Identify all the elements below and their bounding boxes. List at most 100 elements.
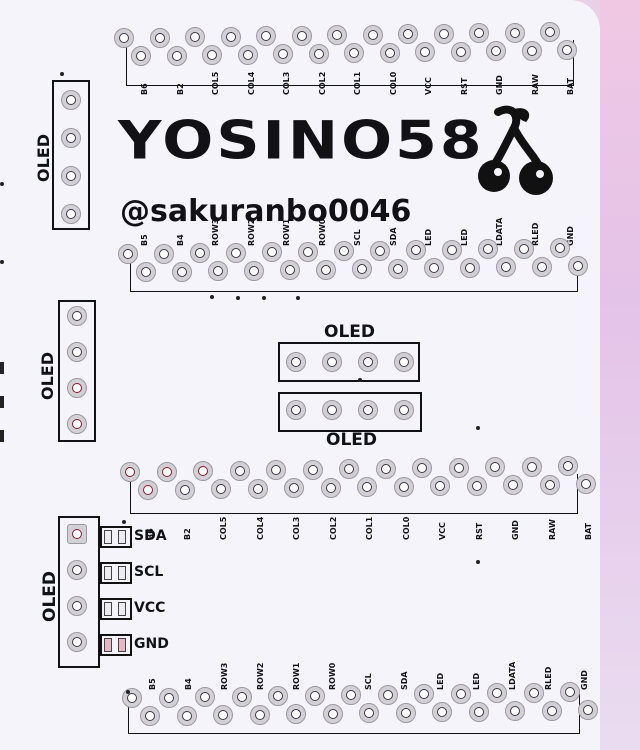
bottom-pin-label-2: ROW3 bbox=[220, 662, 229, 690]
header-pin-bottom-upper bbox=[377, 684, 398, 705]
header-pin-mid-upper bbox=[226, 242, 246, 263]
header-pin-mid-upper bbox=[262, 242, 282, 262]
oled-pin-center-top bbox=[358, 352, 378, 372]
top-pin-label-3: COL4 bbox=[246, 71, 256, 95]
low-pin-label-11: RAW bbox=[547, 519, 557, 540]
top-pin-label-5: COL2 bbox=[317, 71, 327, 95]
bottom-pin-label-3: ROW2 bbox=[256, 662, 265, 690]
header-pin-top-upper bbox=[504, 22, 525, 43]
via-dot bbox=[296, 296, 300, 300]
mid-pin-label-6: SCL bbox=[353, 229, 362, 246]
header-pin-low-lower bbox=[320, 477, 341, 498]
header-pin-top-lower bbox=[308, 43, 329, 64]
header-pin-bottom-lower bbox=[213, 705, 233, 725]
header-pin-low-lower bbox=[503, 475, 523, 495]
header-pin-mid-lower bbox=[172, 261, 192, 282]
via-dot bbox=[262, 296, 266, 300]
author-handle: @sakuranbo0046 bbox=[120, 194, 412, 229]
header-pin-bottom-upper bbox=[122, 688, 142, 708]
low-pin-label-3: COL4 bbox=[255, 516, 265, 540]
bottom-pin-label-0: B5 bbox=[148, 678, 157, 690]
header-pin-mid-lower bbox=[388, 258, 408, 279]
bottom-pin-label-12: GND bbox=[580, 670, 589, 690]
bottom-pin-label-8: LED bbox=[436, 672, 445, 690]
header-pin-mid-upper bbox=[370, 240, 390, 261]
header-pin-low-upper bbox=[375, 458, 396, 479]
low-pin-label-0: B6 bbox=[146, 528, 155, 540]
header-pin-mid-upper bbox=[550, 238, 570, 258]
header-pin-bottom-lower bbox=[286, 704, 306, 724]
pin-label-gnd: GND bbox=[134, 636, 169, 652]
header-pin-bottom-lower bbox=[249, 704, 270, 725]
header-pin-top-lower bbox=[521, 40, 542, 61]
mid-pin-label-2: ROW3 bbox=[211, 218, 220, 246]
via-dot bbox=[60, 72, 64, 76]
header-pin-mid-lower bbox=[568, 256, 588, 276]
header-pin-low-upper bbox=[193, 461, 213, 481]
header-pin-low-lower bbox=[393, 476, 414, 497]
header-pin-top-lower bbox=[166, 45, 187, 66]
header-pin-low-upper bbox=[448, 457, 469, 478]
edge-mark bbox=[0, 362, 4, 374]
oled-pin-center-bottom bbox=[358, 400, 378, 420]
oled-pin-center-bottom bbox=[286, 400, 306, 420]
header-pin-low-upper bbox=[266, 460, 286, 480]
header-pin-low-lower bbox=[247, 478, 268, 499]
jumper-pad bbox=[118, 602, 126, 616]
header-pin-low-lower bbox=[430, 476, 450, 496]
header-pin-mid-upper bbox=[478, 239, 498, 259]
header-pin-mid-upper bbox=[298, 241, 318, 262]
low-pin-label-4: COL3 bbox=[292, 516, 301, 540]
header-pin-bottom-upper bbox=[268, 686, 288, 706]
low-pin-label-1: B2 bbox=[182, 528, 192, 540]
top-pin-label-1: B2 bbox=[175, 83, 185, 95]
low-pin-label-8: VCC bbox=[438, 522, 447, 540]
header-pin-low-lower bbox=[211, 479, 231, 499]
header-pin-mid-lower bbox=[424, 258, 444, 278]
bottom-pin-label-4: ROW1 bbox=[292, 662, 301, 690]
pcb-photo: YOSINO58 @sakuranbo0046 OLED OLED OLED O… bbox=[0, 0, 640, 750]
jumper-pad bbox=[104, 638, 112, 652]
oled-pin-left-bottom bbox=[67, 632, 87, 652]
header-pin-bottom-upper bbox=[195, 687, 215, 707]
header-pin-top-lower bbox=[486, 41, 506, 61]
background-right bbox=[600, 0, 640, 750]
header-pin-mid-lower bbox=[136, 262, 156, 282]
oled-pin-center-bottom bbox=[394, 400, 414, 420]
top-pin-label-9: RST bbox=[459, 77, 469, 95]
header-pin-top-upper bbox=[114, 28, 134, 48]
oled-label-left-top: OLED bbox=[34, 133, 53, 182]
cherry-icon bbox=[478, 105, 553, 195]
header-pin-top-upper bbox=[327, 25, 347, 45]
bottom-pin-label-1: B4 bbox=[184, 678, 193, 690]
header-pin-bottom-lower bbox=[468, 701, 489, 722]
jumper-pad bbox=[118, 638, 126, 652]
mid-pin-label-1: B4 bbox=[175, 234, 185, 246]
header-pin-bottom-lower bbox=[505, 701, 525, 721]
top-pin-label-8: VCC bbox=[424, 77, 433, 95]
header-pin-mid-lower bbox=[352, 259, 372, 279]
header-pin-bottom-lower bbox=[395, 702, 416, 723]
header-pin-bottom-upper bbox=[450, 683, 471, 704]
header-pin-bottom-lower bbox=[578, 700, 598, 720]
header-pin-low-lower bbox=[576, 474, 596, 494]
header-pin-top-upper bbox=[185, 27, 205, 47]
oled-pin-left-bottom bbox=[67, 596, 87, 616]
bottom-pin-label-7: SDA bbox=[400, 671, 409, 690]
top-pin-label-11: RAW bbox=[530, 74, 540, 95]
header-pin-low-lower bbox=[466, 475, 487, 496]
header-pin-mid-upper bbox=[514, 238, 534, 259]
header-pin-mid-lower bbox=[496, 257, 516, 277]
top-pin-label-2: COL5 bbox=[211, 71, 220, 95]
header-pin-low-upper bbox=[302, 459, 323, 480]
header-pin-low-upper bbox=[339, 459, 359, 479]
low-pin-label-12: BAT bbox=[584, 522, 593, 540]
edge-mark bbox=[0, 396, 4, 408]
header-pin-top-lower bbox=[557, 40, 577, 60]
mid-pin-label-7: SDA bbox=[388, 227, 398, 246]
header-pin-bottom-lower bbox=[541, 700, 562, 721]
header-pin-low-lower bbox=[174, 479, 195, 500]
header-pin-low-upper bbox=[120, 462, 140, 482]
low-pin-label-10: GND bbox=[511, 520, 520, 540]
jumper-pad bbox=[104, 530, 112, 544]
